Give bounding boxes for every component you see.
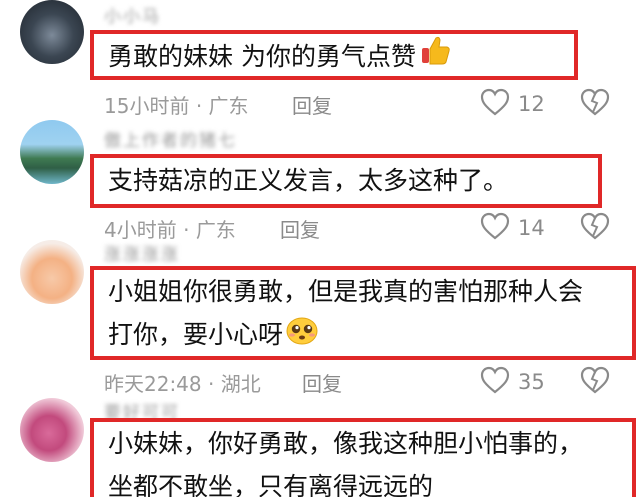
reply-button[interactable]: 回复 xyxy=(292,90,332,119)
thumbs-up-emoji xyxy=(418,34,452,82)
like-count: 14 xyxy=(518,216,545,240)
avatar[interactable] xyxy=(20,240,84,304)
comment-username[interactable]: 涨涨涨涨 xyxy=(104,240,180,265)
avatar[interactable] xyxy=(20,120,84,184)
comment-text: 勇敢的妹妹 为你的勇气点赞 xyxy=(108,42,416,71)
broken-heart-icon xyxy=(580,366,610,398)
comment-username[interactable]: 小小马 xyxy=(104,2,161,27)
comment-text-highlight: 支持菇凉的正义发言，太多这种了。 xyxy=(90,154,602,208)
broken-heart-icon xyxy=(580,212,610,244)
like-button[interactable]: 12 xyxy=(480,88,545,120)
comment-meta: 昨天22:48 · 湖北 xyxy=(104,368,261,397)
broken-heart-icon xyxy=(580,88,610,120)
comment-text: 小姐姐你很勇敢，但是我真的害怕那种人会 xyxy=(108,277,584,306)
comment-username[interactable]: 傲上作者的猪七 xyxy=(104,126,237,151)
dislike-button[interactable] xyxy=(580,212,610,244)
comment-text: 支持菇凉的正义发言，太多这种了。 xyxy=(108,166,509,195)
dislike-button[interactable] xyxy=(580,88,610,120)
comment-meta: 15小时前 · 广东 xyxy=(104,90,249,119)
like-count: 35 xyxy=(518,370,545,394)
like-button[interactable]: 14 xyxy=(480,212,545,244)
like-button[interactable]: 35 xyxy=(480,366,545,398)
like-count: 12 xyxy=(518,92,545,116)
comment-text-highlight: 小姐姐你很勇敢，但是我真的害怕那种人会 打你，要小心呀 xyxy=(90,266,636,360)
comment-text-line2: 打你，要小心呀 xyxy=(108,313,618,358)
comment-text: 小妹妹，你好勇敢，像我这种胆小怕事的， xyxy=(108,429,584,458)
avatar[interactable] xyxy=(20,398,84,462)
avatar[interactable] xyxy=(20,0,84,64)
comment-text-highlight: 小妹妹，你好勇敢，像我这种胆小怕事的， 坐都不敢坐，只有离得远远的 xyxy=(90,418,636,497)
comment-location: 广东 xyxy=(208,94,249,118)
heart-outline-icon xyxy=(480,88,510,120)
meta-separator: · xyxy=(195,94,203,118)
comment-time: 15小时前 xyxy=(104,94,190,118)
comment-meta: 4小时前 · 广东 xyxy=(104,214,236,243)
comment-time: 昨天22:48 xyxy=(104,372,202,396)
comment-location: 湖北 xyxy=(220,372,261,396)
pleading-face-emoji xyxy=(285,315,319,358)
heart-outline-icon xyxy=(480,212,510,244)
reply-button[interactable]: 回复 xyxy=(280,214,320,243)
heart-outline-icon xyxy=(480,366,510,398)
meta-separator: · xyxy=(208,372,215,396)
meta-separator: · xyxy=(183,218,190,242)
comment-text-line2: 坐都不敢坐，只有离得远远的 xyxy=(108,472,434,497)
comment-time: 4小时前 xyxy=(104,218,177,242)
reply-button[interactable]: 回复 xyxy=(302,368,342,397)
dislike-button[interactable] xyxy=(580,366,610,398)
comment-text-highlight: 勇敢的妹妹 为你的勇气点赞 xyxy=(90,30,578,80)
comment-location: 广东 xyxy=(195,218,236,242)
